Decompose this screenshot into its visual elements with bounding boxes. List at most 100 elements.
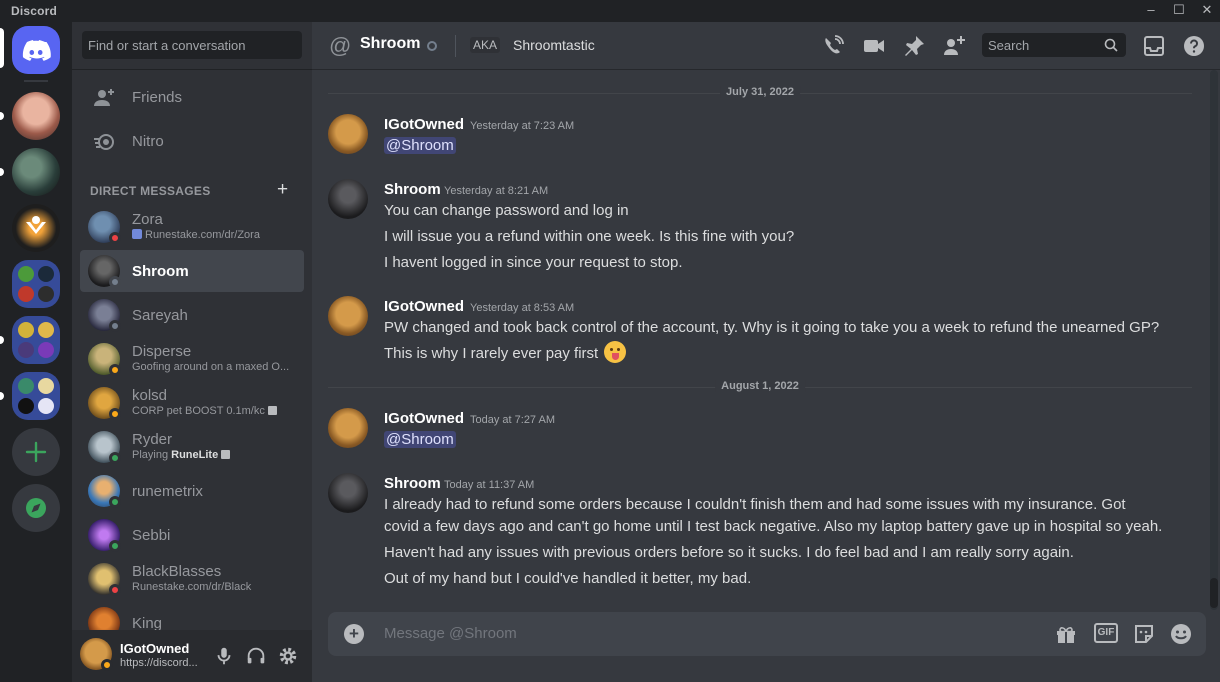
dm-item[interactable]: runemetrix xyxy=(80,470,304,512)
explore-servers-button[interactable] xyxy=(12,484,60,532)
at-icon: @ xyxy=(329,33,352,58)
username: IGotOwned xyxy=(120,641,190,656)
gear-icon[interactable] xyxy=(277,645,299,667)
message-avatar[interactable] xyxy=(328,179,368,219)
dm-name: Disperse xyxy=(132,343,192,360)
message-avatar[interactable] xyxy=(328,296,368,336)
date-divider: July 31, 2022 xyxy=(328,86,1192,98)
server-folder[interactable] xyxy=(12,316,60,364)
message-text: This is why I rarely ever pay first xyxy=(384,341,627,363)
offline-status-icon xyxy=(109,276,121,288)
channel-title[interactable]: Shroom xyxy=(360,35,420,53)
title-bar: Discord – ☐ ✕ xyxy=(0,0,1220,22)
emoji-icon[interactable] xyxy=(1169,622,1193,646)
microphone-icon[interactable] xyxy=(213,645,235,667)
dm-name: BlackBlasses xyxy=(132,563,222,580)
message-author[interactable]: Shroom xyxy=(384,475,441,492)
close-button[interactable]: ✕ xyxy=(1194,0,1220,22)
dm-item[interactable]: Disperse Goofing around on a maxed O... xyxy=(80,338,304,380)
dm-item[interactable]: Ryder Playing RuneLite xyxy=(80,426,304,468)
app-title: Discord xyxy=(11,4,58,18)
message-avatar[interactable] xyxy=(328,408,368,448)
nav-friends-label: Friends xyxy=(132,89,183,106)
message-avatar[interactable] xyxy=(328,473,368,513)
rich-presence-icon xyxy=(267,406,277,415)
scrollbar-track[interactable] xyxy=(1210,70,1218,610)
find-conversation-input[interactable]: Find or start a conversation xyxy=(82,31,302,59)
dm-name: Ryder xyxy=(132,431,173,448)
message-author[interactable]: Shroom xyxy=(384,181,441,198)
voice-call-icon[interactable] xyxy=(821,34,845,58)
scrollbar-thumb[interactable] xyxy=(1210,578,1218,608)
gift-icon[interactable] xyxy=(1054,622,1078,646)
message-text: @Shroom xyxy=(384,137,456,154)
message-text: I already had to refund some orders beca… xyxy=(384,496,1126,513)
unread-indicator xyxy=(0,336,4,344)
message-text: Haven't had any issues with previous ord… xyxy=(384,544,1074,561)
gif-button[interactable]: GIF xyxy=(1094,623,1118,643)
dnd-status-icon xyxy=(109,232,121,244)
selected-indicator xyxy=(0,28,4,68)
nav-friends[interactable]: Friends xyxy=(80,77,304,119)
message-text: Out of my hand but I could've handled it… xyxy=(384,570,752,587)
online-status-icon xyxy=(109,452,121,464)
nav-nitro[interactable]: Nitro xyxy=(80,121,304,163)
inbox-icon[interactable] xyxy=(1142,34,1166,58)
message-input[interactable]: Message @Shroom xyxy=(384,625,517,642)
dm-item[interactable]: Zora Runestake.com/dr/Zora xyxy=(80,206,304,248)
add-server-button[interactable] xyxy=(12,428,60,476)
user-mention[interactable]: @Shroom xyxy=(384,137,456,154)
home-button[interactable] xyxy=(12,26,60,74)
server-avatar[interactable] xyxy=(12,92,60,140)
pin-icon[interactable] xyxy=(902,34,926,58)
dm-status-text: Goofing around on a maxed O... xyxy=(132,361,290,373)
channel-header: @ Shroom AKA Shroomtastic Search xyxy=(312,22,1220,70)
unread-indicator xyxy=(0,112,4,120)
online-status-icon xyxy=(109,540,121,552)
minimize-button[interactable]: – xyxy=(1138,0,1164,22)
dm-name: Shroom xyxy=(132,263,189,280)
message-avatar[interactable] xyxy=(328,114,368,154)
rich-presence-icon xyxy=(221,450,231,459)
user-mention[interactable]: @Shroom xyxy=(384,431,456,448)
sticker-icon[interactable] xyxy=(1132,622,1156,646)
dm-name: kolsd xyxy=(132,387,168,404)
dm-status-text: CORP pet BOOST 0.1m/kc xyxy=(132,405,298,417)
message-text: I havent logged in since your request to… xyxy=(384,254,683,271)
unread-indicator xyxy=(0,392,4,400)
server-folder[interactable] xyxy=(12,260,60,308)
dm-item[interactable]: kolsd CORP pet BOOST 0.1m/kc xyxy=(80,382,304,424)
nitro-icon xyxy=(94,134,114,150)
dm-header: DIRECT MESSAGES xyxy=(90,184,211,198)
dm-status-text: Playing RuneLite xyxy=(132,449,298,461)
nav-nitro-label: Nitro xyxy=(132,133,164,150)
dm-item[interactable]: Sebbi xyxy=(80,514,304,556)
message-timestamp: Today at 7:27 AM xyxy=(470,414,555,426)
server-folder[interactable] xyxy=(12,372,60,420)
message-author[interactable]: IGotOwned xyxy=(384,116,464,133)
video-call-icon[interactable] xyxy=(862,34,886,58)
help-icon[interactable] xyxy=(1182,34,1206,58)
dm-item[interactable]: BlackBlasses Runestake.com/dr/Black xyxy=(80,558,304,600)
headphones-icon[interactable] xyxy=(245,645,267,667)
add-friend-to-dm-icon[interactable] xyxy=(942,34,966,58)
dm-item[interactable]: King xyxy=(80,602,304,630)
friends-icon xyxy=(94,89,114,106)
maximize-button[interactable]: ☐ xyxy=(1166,0,1192,22)
dm-item[interactable]: Sareyah xyxy=(80,294,304,336)
server-list xyxy=(0,22,72,682)
message-composer: + Message @Shroom GIF xyxy=(328,612,1206,656)
dnd-status-icon xyxy=(109,584,121,596)
server-avatar[interactable] xyxy=(12,204,60,252)
message-timestamp: Yesterday at 7:23 AM xyxy=(470,120,575,132)
server-separator xyxy=(24,80,48,82)
message-author[interactable]: IGotOwned xyxy=(384,410,464,427)
dm-item-selected[interactable]: Shroom xyxy=(80,250,304,292)
plus-icon xyxy=(25,441,47,463)
server-avatar[interactable] xyxy=(12,148,60,196)
upload-button[interactable]: + xyxy=(344,624,364,644)
message-timestamp: Yesterday at 8:21 AM xyxy=(444,185,549,197)
dm-name: Sareyah xyxy=(132,307,188,324)
message-author[interactable]: IGotOwned xyxy=(384,298,464,315)
create-dm-button[interactable]: + xyxy=(277,179,288,201)
